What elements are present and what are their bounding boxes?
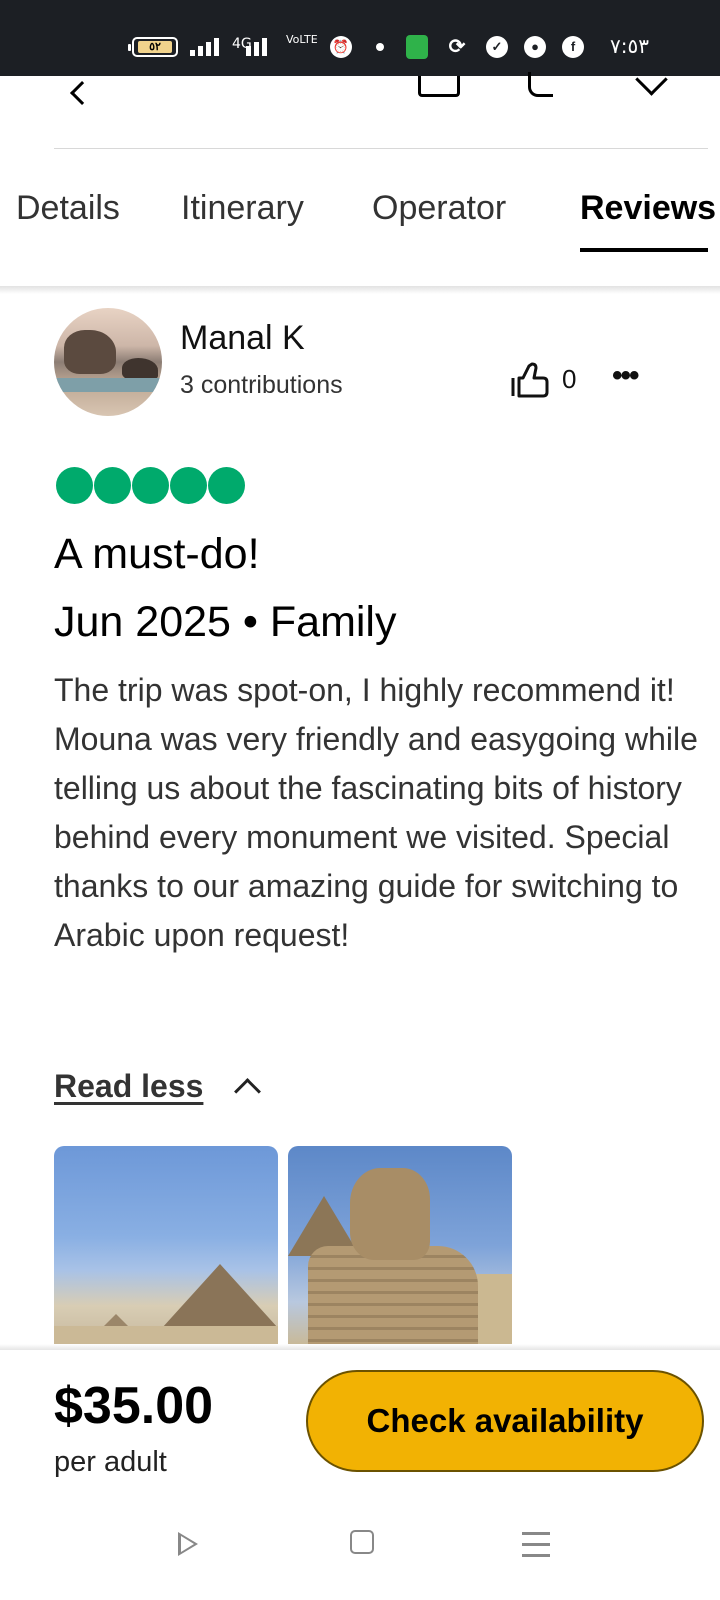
nav-recents-icon[interactable] <box>522 1530 550 1558</box>
status-bar: ٥٢ 4G VoLTE ⏰ ⟳ ✓ ● f ٧:٥٣ <box>0 0 720 76</box>
pencil-icon[interactable] <box>528 72 553 97</box>
clock: ٧:٥٣ <box>610 34 649 58</box>
review-title: A must-do! <box>54 530 260 578</box>
top-action-bar <box>0 63 720 106</box>
sphinx-photo[interactable] <box>288 1146 512 1346</box>
tab-itinerary[interactable]: Itinerary <box>181 186 304 230</box>
system-nav-bar <box>0 1506 720 1600</box>
battery-icon: ٥٢ <box>128 37 178 57</box>
active-tab-indicator <box>580 248 708 252</box>
facebook-icon: f <box>562 36 584 58</box>
read-less-button[interactable]: Read less <box>54 1066 261 1110</box>
pyramids-photo[interactable] <box>54 1146 278 1346</box>
rating-bubble <box>56 467 93 504</box>
sync-icon: ⟳ <box>448 36 466 58</box>
chat-icon: ● <box>524 36 546 58</box>
reviewer-contributions: 3 contributions <box>180 371 343 399</box>
review-meta: Jun 2025 • Family <box>54 598 397 646</box>
review-body: The trip was spot-on, I highly recommend… <box>54 666 704 960</box>
nav-home-icon[interactable] <box>350 1530 374 1554</box>
avatar[interactable] <box>54 308 162 416</box>
check-availability-button[interactable]: Check availability <box>306 1370 704 1472</box>
rating-bubble <box>170 467 207 504</box>
battery-level: ٥٢ <box>138 41 172 53</box>
rating-bubble <box>132 467 169 504</box>
messenger-icon: ✓ <box>486 36 508 58</box>
price-unit: per adult <box>54 1446 167 1478</box>
more-options-icon[interactable]: ••• <box>612 361 652 394</box>
app-notification-icon <box>406 35 428 59</box>
review-paragraph: Mouna was very friendly and easygoing wh… <box>54 721 698 953</box>
tab-bar: Details Itinerary Operator Reviews <box>0 186 720 286</box>
review-paragraph: The trip was spot-on, I highly recommend… <box>54 672 675 708</box>
price: $35.00 <box>54 1377 214 1435</box>
dot-icon <box>376 43 384 51</box>
share-icon[interactable] <box>418 76 460 97</box>
like-count: 0 <box>562 364 577 394</box>
chevron-up-icon <box>234 1078 261 1105</box>
rating-bubble <box>208 467 245 504</box>
rating-bubble <box>94 467 131 504</box>
thumbs-up-icon[interactable] <box>510 362 550 398</box>
back-arrow-icon[interactable] <box>70 80 95 106</box>
nav-back-icon[interactable] <box>178 1532 198 1556</box>
tab-reviews[interactable]: Reviews <box>580 186 716 230</box>
reviewer-name[interactable]: Manal K <box>180 318 305 358</box>
tabs-shadow <box>0 286 720 294</box>
tab-details[interactable]: Details <box>16 186 120 230</box>
volte-label: VoLTE <box>286 33 318 46</box>
alarm-icon: ⏰ <box>330 36 352 58</box>
tab-operator[interactable]: Operator <box>372 186 506 230</box>
read-less-label[interactable]: Read less <box>54 1068 203 1104</box>
divider <box>54 148 708 149</box>
